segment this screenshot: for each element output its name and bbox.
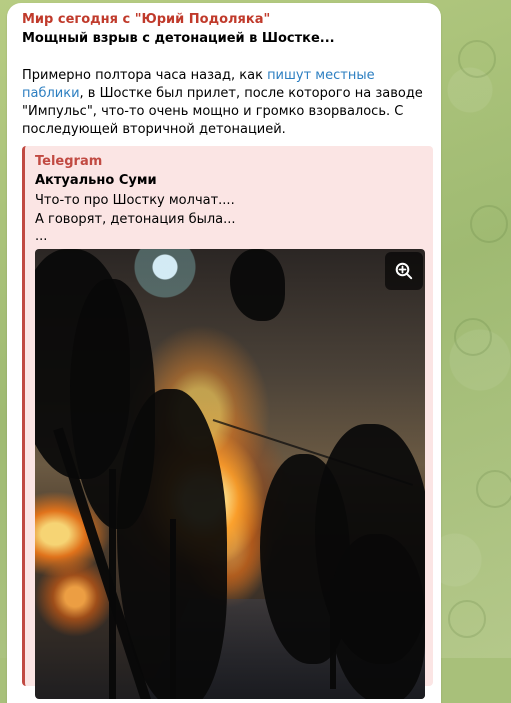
tree-trunk (170, 519, 176, 699)
forward-source[interactable]: Telegram (35, 154, 102, 169)
channel-name[interactable]: Мир сегодня с "Юрий Подоляка" (22, 12, 270, 27)
message-body-end: , в Шостке был прилет, после которого на… (22, 86, 423, 137)
background-doodle (476, 470, 511, 508)
background-doodle (454, 318, 492, 356)
forwarded-message[interactable]: Telegram Актуально Суми Что-то про Шостк… (22, 146, 433, 699)
forward-title: Актуально Суми (35, 173, 157, 188)
tree-trunk (330, 579, 336, 689)
zoom-in-icon (395, 262, 413, 280)
message-headline: Мощный взрыв с детонацией в Шостке... (22, 31, 335, 46)
zoom-button[interactable] (385, 252, 423, 290)
forward-line-2: А говорят, детонация была... (35, 212, 236, 227)
message-bubble[interactable]: Мир сегодня с "Юрий Подоляка" Мощный взр… (7, 3, 441, 703)
tree-silhouette (330, 534, 425, 699)
explosion-photo[interactable] (35, 249, 425, 699)
message-body: Примерно полтора часа назад, как пишут м… (22, 67, 430, 139)
tree-silhouette (230, 249, 285, 321)
background-doodle (458, 40, 496, 78)
background-doodle (448, 600, 486, 638)
forward-line-3: ... (35, 229, 48, 244)
background-doodle (470, 205, 508, 243)
message-body-start: Примерно полтора часа назад, как (22, 68, 268, 83)
forward-line-1: Что-то про Шостку молчат.... (35, 193, 235, 208)
